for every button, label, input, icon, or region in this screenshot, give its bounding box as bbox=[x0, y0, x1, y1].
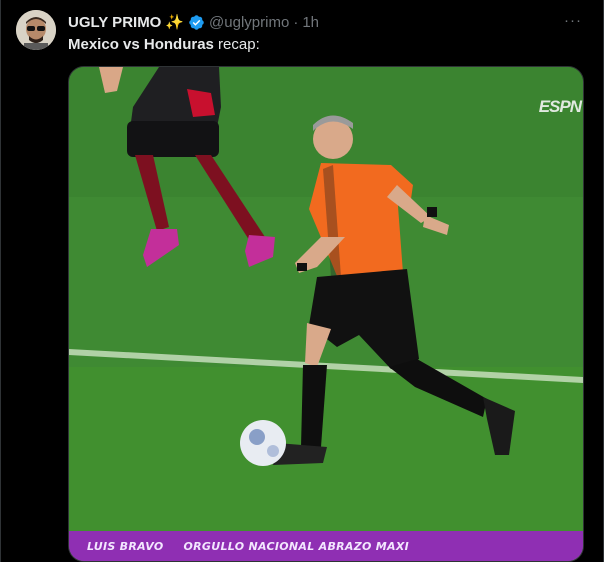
broadcaster-logo: ESPN bbox=[538, 97, 582, 116]
tweet-header: UGLY PRIMO ✨ @uglyprimo · 1h bbox=[68, 12, 319, 32]
separator-dot: · bbox=[293, 13, 299, 31]
tweet-media-video[interactable]: ESPN LUIS BRAVO ORGULLO NACIONAL ABRAZO … bbox=[68, 66, 584, 562]
verified-badge-icon[interactable] bbox=[188, 14, 205, 31]
avatar[interactable] bbox=[16, 10, 56, 50]
tweet[interactable]: UGLY PRIMO ✨ @uglyprimo · 1h ··· Mexico … bbox=[0, 0, 604, 562]
avatar-image bbox=[16, 10, 56, 50]
video-frame bbox=[69, 67, 583, 561]
tweet-text-bold: Mexico vs Honduras bbox=[68, 36, 214, 53]
author-handle[interactable]: @uglyprimo bbox=[209, 14, 289, 31]
lower-third-banner: LUIS BRAVO ORGULLO NACIONAL ABRAZO MAXI bbox=[69, 531, 583, 561]
more-options-icon[interactable]: ··· bbox=[564, 12, 582, 29]
lower-third-name: LUIS BRAVO bbox=[87, 539, 164, 553]
author-display-name[interactable]: UGLY PRIMO bbox=[68, 14, 161, 31]
tweet-text: Mexico vs Honduras recap: bbox=[68, 36, 260, 53]
lower-third-caption: ORGULLO NACIONAL ABRAZO MAXI bbox=[183, 539, 409, 553]
soccer-ball bbox=[240, 420, 286, 466]
sparkle-emoji-icon: ✨ bbox=[165, 13, 185, 31]
timestamp[interactable]: 1h bbox=[302, 14, 319, 31]
left-border bbox=[0, 0, 1, 562]
tweet-text-rest: recap: bbox=[213, 36, 260, 53]
